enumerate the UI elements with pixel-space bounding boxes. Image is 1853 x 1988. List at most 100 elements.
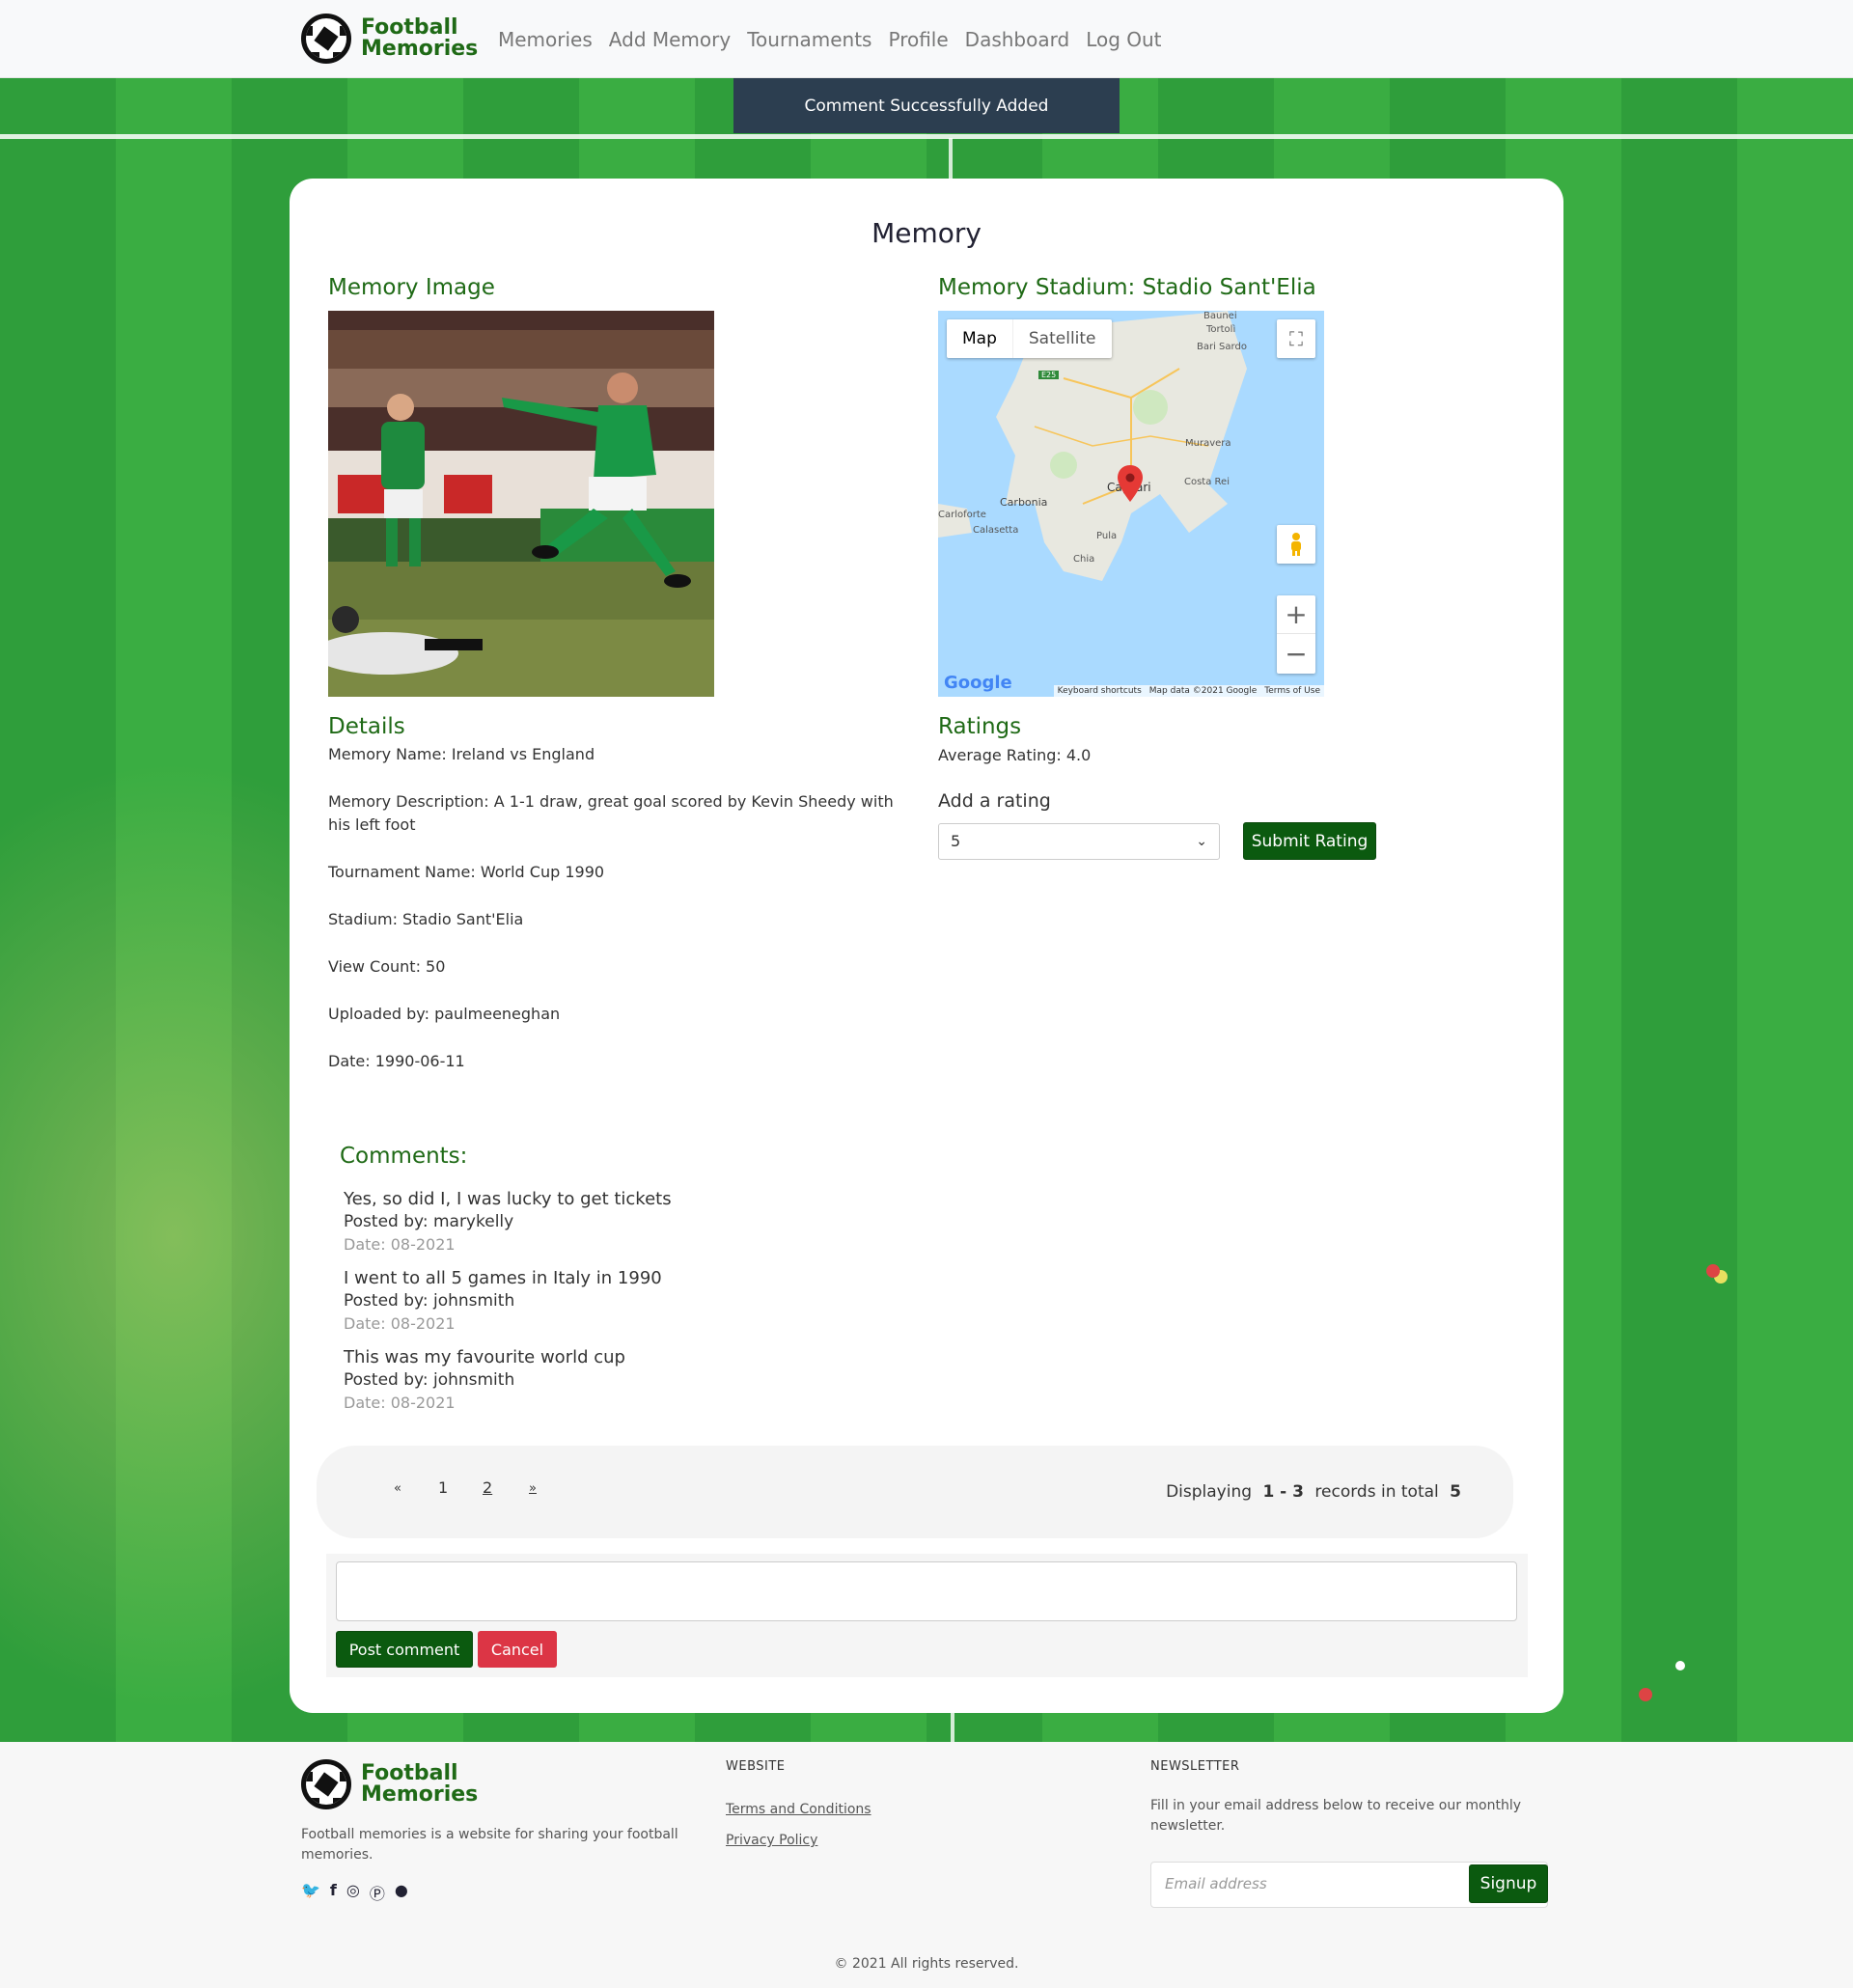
map-label: Baunei [1203,311,1237,321]
footer-brand-name: Football Memories [361,1763,478,1806]
copyright: © 2021 All rights reserved. [834,1956,1019,1972]
detail-stadium: Stadium: Stadio Sant'Elia [328,910,524,928]
map-label: Costa Rei [1184,477,1230,487]
map-label: Carbonia [1000,496,1048,509]
brand-name: Football Memories [361,17,478,60]
snapchat-icon[interactable]: ● [395,1881,408,1904]
nav-dashboard[interactable]: Dashboard [965,28,1070,51]
comment-text: Yes, so did I, I was lucky to get ticket… [344,1189,672,1209]
website-heading: WEBSITE [726,1759,786,1774]
map-label: Carloforte [938,510,986,520]
pagination-summary: Displaying 1 - 3 records in total 5 [1166,1482,1467,1502]
success-toast: Comment Successfully Added [733,78,1120,133]
fullscreen-icon[interactable]: ⛶ [1277,319,1315,358]
map-tab-satellite[interactable]: Satellite [1011,319,1112,358]
pagination-page-2[interactable]: 2 [483,1478,492,1497]
navbar: Football Memories Memories Add Memory To… [0,0,1853,78]
newsletter-heading: NEWSLETTER [1150,1759,1240,1774]
brand-line-2: Memories [361,37,479,61]
footer-brand-logo[interactable]: Football Memories [301,1759,478,1809]
brand-logo[interactable]: Football Memories [301,14,478,64]
facebook-icon[interactable]: f [330,1881,337,1904]
comment-form: Post comment Cancel [326,1554,1528,1677]
pagination-prev[interactable]: « [394,1481,401,1496]
map-label: Calasetta [973,525,1019,536]
pinterest-icon[interactable]: Ⓟ [370,1881,385,1904]
details-heading: Details [328,714,405,739]
comment-author: Posted by: johnsmith [344,1370,515,1390]
football-icon [301,14,351,64]
detail-memory-name: Memory Name: Ireland vs England [328,745,595,763]
map-label: Chia [1073,554,1095,565]
map-label: Muravera [1185,438,1231,449]
comment-item: Yes, so did I, I was lucky to get ticket… [344,1189,1019,1254]
average-rating: Average Rating: 4.0 [938,746,1092,764]
map-label: Pula [1096,531,1118,541]
google-logo: Google [944,673,1012,693]
comment-author: Posted by: marykelly [344,1212,514,1231]
ratings-heading: Ratings [938,714,1022,739]
map-type-control: Map Satellite [947,319,1112,358]
map-tab-map[interactable]: Map [947,319,1012,358]
footer-about: Football memories is a website for shari… [301,1827,678,1863]
memory-image-heading: Memory Image [328,275,495,300]
memory-stadium-heading: Memory Stadium: Stadio Sant'Elia [938,275,1316,300]
zoom-control: + − [1277,595,1315,674]
pagination-next[interactable]: » [529,1481,537,1496]
pagination-total-label: records in total [1314,1482,1439,1502]
ball-figure [1675,1661,1685,1670]
road-badge: E25 [1038,371,1060,379]
cancel-button[interactable]: Cancel [478,1631,557,1668]
signup-button[interactable]: Signup [1469,1864,1548,1903]
terms-link[interactable]: Terms and Conditions [726,1802,871,1817]
nav-log-out[interactable]: Log Out [1086,28,1161,51]
memory-photo [328,311,714,697]
comment-text: This was my favourite world cup [344,1347,625,1367]
nav-tournaments[interactable]: Tournaments [747,28,871,51]
zoom-in-icon[interactable]: + [1277,595,1315,634]
pagination-range: 1 - 3 [1262,1482,1304,1502]
comment-item: I went to all 5 games in Italy in 1990 P… [344,1268,1019,1333]
pagination-page-1[interactable]: 1 [438,1478,448,1497]
post-comment-button[interactable]: Post comment [336,1631,473,1668]
stadium-map[interactable]: Map Satellite ⛶ + − Baunei Tortolì Bari … [938,311,1324,697]
brand-line-1: Football [361,15,458,40]
nav-profile[interactable]: Profile [888,28,948,51]
chevron-down-icon: ⌄ [1196,834,1207,849]
rating-select-value: 5 [951,832,961,850]
map-label: Bari Sardo [1197,342,1247,352]
map-attribution: Keyboard shortcuts Map data ©2021 Google… [1053,685,1324,697]
map-marker-icon[interactable] [1118,465,1143,502]
comment-author: Posted by: johnsmith [344,1291,515,1311]
comment-date: Date: 08-2021 [344,1235,456,1254]
pagination-displaying-label: Displaying [1166,1482,1253,1502]
rating-select[interactable]: 5 ⌄ [938,823,1220,860]
instagram-icon[interactable]: ◎ [346,1881,360,1904]
comment-text: I went to all 5 games in Italy in 1990 [344,1268,662,1288]
player-figure [1639,1688,1652,1701]
brand-line-1: Football [361,1761,458,1785]
twitter-icon[interactable]: 🐦 [301,1881,320,1904]
submit-rating-button[interactable]: Submit Rating [1243,822,1376,860]
nav-add-memory[interactable]: Add Memory [609,28,731,51]
privacy-link[interactable]: Privacy Policy [726,1833,817,1848]
comment-textarea[interactable] [336,1561,1517,1621]
detail-date: Date: 1990-06-11 [328,1052,465,1070]
pegman-icon[interactable] [1277,525,1315,564]
map-label: Tortolì [1206,324,1236,335]
nav-memories[interactable]: Memories [498,28,593,51]
map-data-credit: Map data ©2021 Google [1148,686,1258,696]
pitch-line [951,1713,954,1742]
newsletter-text: Fill in your email address below to rece… [1150,1798,1522,1834]
map-keyboard-shortcuts[interactable]: Keyboard shortcuts [1058,686,1142,696]
brand-line-2: Memories [361,1782,479,1807]
memory-card: Memory Memory Image Memory Stadium: Stad… [290,179,1563,1713]
zoom-out-icon[interactable]: − [1277,634,1315,673]
map-terms-link[interactable]: Terms of Use [1264,686,1320,696]
email-placeholder: Email address [1165,1875,1267,1892]
comment-date: Date: 08-2021 [344,1394,456,1412]
pagination-total: 5 [1450,1482,1461,1502]
football-icon [301,1759,351,1809]
comments-heading: Comments: [340,1144,468,1169]
player-figure [1706,1264,1720,1278]
